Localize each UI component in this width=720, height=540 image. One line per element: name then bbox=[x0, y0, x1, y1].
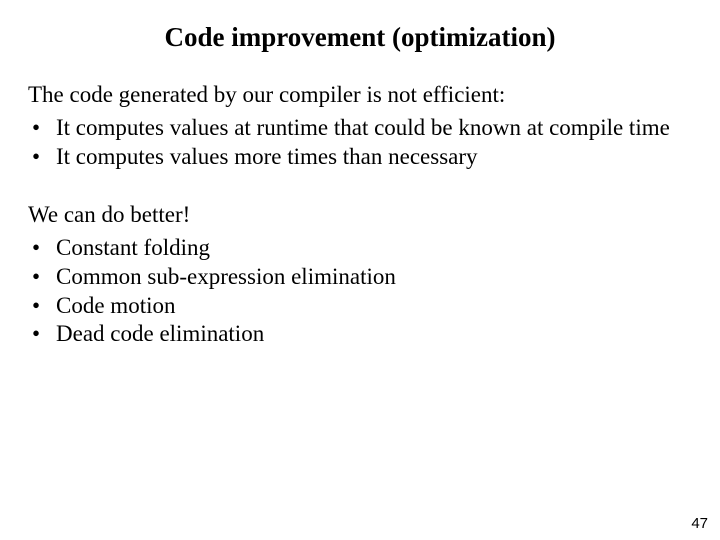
bullet-icon: • bbox=[32, 292, 40, 321]
list-item-text: Code motion bbox=[56, 293, 175, 318]
list-item: • It computes values more times than nec… bbox=[28, 143, 692, 172]
page-number: 47 bbox=[691, 515, 708, 532]
intro-paragraph-2: We can do better! bbox=[28, 201, 692, 230]
solution-list: • Constant folding • Common sub-expressi… bbox=[28, 234, 692, 349]
bullet-icon: • bbox=[32, 263, 40, 292]
bullet-icon: • bbox=[32, 234, 40, 263]
slide-body: The code generated by our compiler is no… bbox=[28, 81, 692, 349]
bullet-icon: • bbox=[32, 114, 40, 143]
list-item-text: Dead code elimination bbox=[56, 321, 264, 346]
list-item: • Constant folding bbox=[28, 234, 692, 263]
bullet-icon: • bbox=[32, 320, 40, 349]
slide-title: Code improvement (optimization) bbox=[28, 22, 692, 53]
list-item: • Code motion bbox=[28, 292, 692, 321]
list-item: • It computes values at runtime that cou… bbox=[28, 114, 692, 143]
list-item: • Common sub-expression elimination bbox=[28, 263, 692, 292]
list-item: • Dead code elimination bbox=[28, 320, 692, 349]
problem-list: • It computes values at runtime that cou… bbox=[28, 114, 692, 172]
bullet-icon: • bbox=[32, 143, 40, 172]
slide: Code improvement (optimization) The code… bbox=[0, 0, 720, 540]
list-item-text: Constant folding bbox=[56, 235, 210, 260]
list-item-text: It computes values at runtime that could… bbox=[56, 115, 670, 140]
intro-paragraph-1: The code generated by our compiler is no… bbox=[28, 81, 692, 110]
list-item-text: Common sub-expression elimination bbox=[56, 264, 396, 289]
list-item-text: It computes values more times than neces… bbox=[56, 144, 478, 169]
